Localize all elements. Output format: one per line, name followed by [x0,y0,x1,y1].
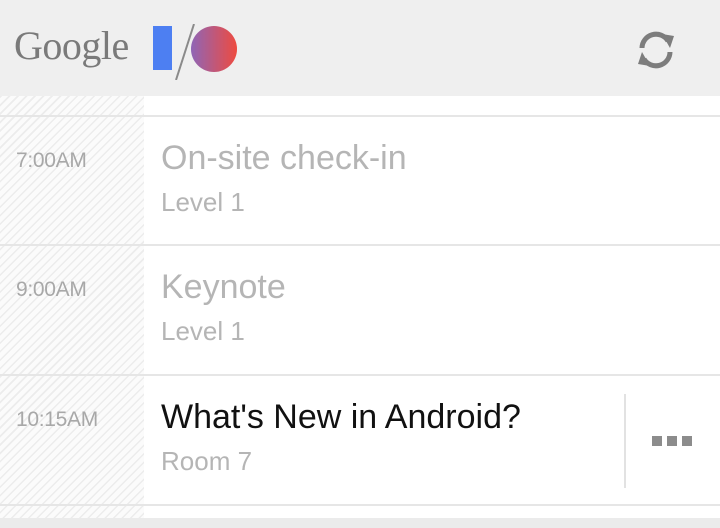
refresh-icon [638,31,674,69]
io-logo-icon [153,24,237,80]
schedule-item[interactable]: 7:00AM On-site check-in Level 1 [0,117,720,247]
list-item-partial[interactable] [0,96,720,116]
session-title: What's New in Android? [161,398,521,436]
bottom-edge [0,518,720,528]
time-label: 9:00AM [16,278,87,301]
session-location: Level 1 [161,316,245,346]
session-location: Room 7 [161,446,253,476]
overflow-menu-icon-dot [682,436,692,446]
action-bar: Google [0,0,720,96]
time-label: 7:00AM [16,149,87,172]
session-title: On-site check-in [161,139,407,177]
overflow-menu-button[interactable] [648,416,696,466]
session-title: Keynote [161,268,286,306]
google-logo-text: Google [14,23,129,68]
schedule-list: 7:00AM On-site check-in Level 1 9:00AM K… [0,96,720,528]
time-label: 10:15AM [16,408,98,431]
overflow-separator [624,394,626,488]
overflow-menu-icon-dot [667,436,677,446]
refresh-button[interactable] [628,22,684,78]
divider [0,504,720,506]
schedule-item-selected[interactable]: 10:15AM What's New in Android? Room 7 [0,376,720,506]
schedule-item[interactable]: 9:00AM Keynote Level 1 [0,246,720,376]
session-location: Level 1 [161,187,245,217]
overflow-menu-icon [652,436,662,446]
